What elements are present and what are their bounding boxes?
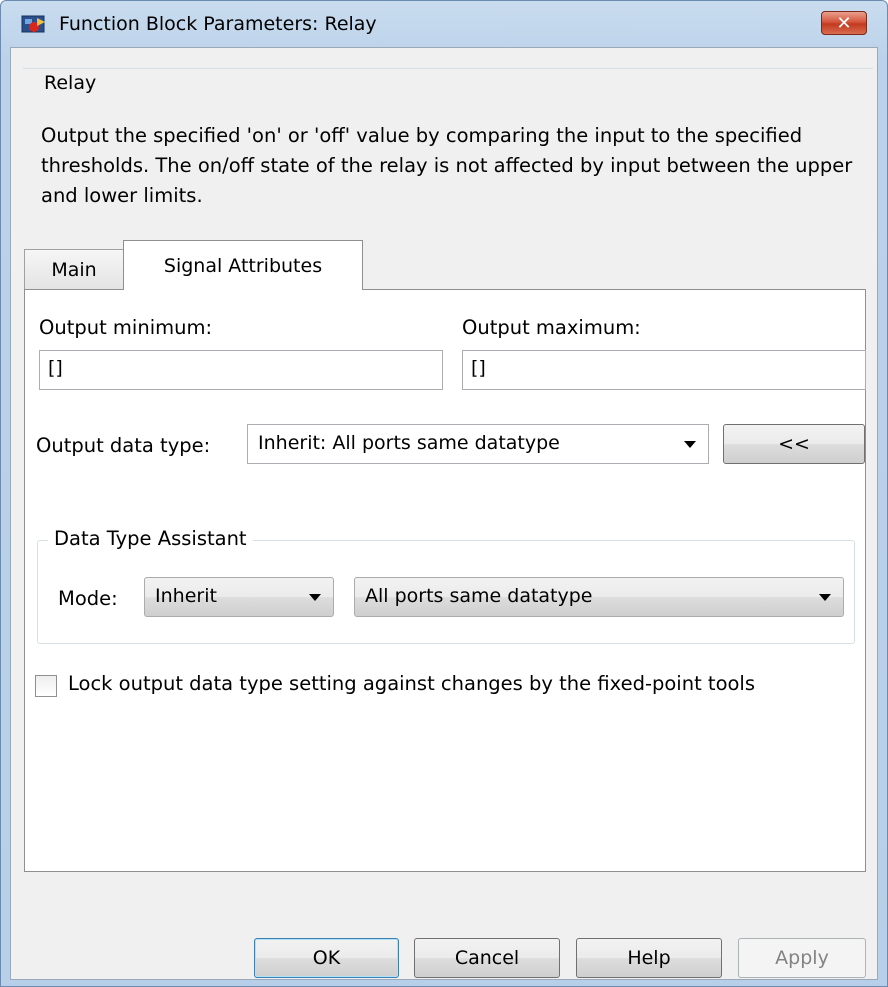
close-icon: ✕ (836, 12, 852, 34)
output-data-type-value: Inherit: All ports same datatype (258, 432, 560, 454)
relay-group-legend: Relay (38, 72, 103, 94)
title-bar[interactable]: Function Block Parameters: Relay ✕ (1, 1, 887, 47)
mode-value: Inherit (155, 585, 217, 607)
tab-main[interactable]: Main (24, 249, 124, 289)
chevron-down-icon (684, 441, 696, 448)
tab-signal-attributes[interactable]: Signal Attributes (123, 240, 363, 290)
mode-select[interactable]: Inherit (144, 577, 334, 617)
output-minimum-input[interactable]: [] (39, 350, 443, 390)
apply-button[interactable]: Apply (738, 938, 866, 978)
mode-label: Mode: (58, 587, 118, 610)
data-type-assistant-legend: Data Type Assistant (48, 527, 253, 550)
data-type-assistant-group: Data Type Assistant Mode: Inherit All po… (37, 527, 855, 644)
ok-button-label: OK (312, 947, 341, 969)
simulink-app-icon (21, 15, 45, 33)
help-button-label: Help (627, 947, 671, 969)
hide-assistant-label: << (778, 433, 810, 455)
ok-button[interactable]: OK (254, 938, 399, 978)
help-button[interactable]: Help (576, 938, 722, 978)
apply-button-label: Apply (775, 947, 829, 969)
relay-description: Output the specified 'on' or 'off' value… (41, 124, 853, 207)
dialog-client-area: Relay Output the specified 'on' or 'off'… (10, 47, 878, 980)
output-data-type-label: Output data type: (36, 434, 211, 457)
hide-data-type-assistant-button[interactable]: << (723, 424, 865, 464)
lock-data-type-checkbox[interactable] (35, 675, 57, 697)
relay-description-group: Relay Output the specified 'on' or 'off'… (23, 68, 873, 238)
cancel-button-label: Cancel (454, 947, 520, 969)
output-maximum-input[interactable]: [] (462, 350, 866, 390)
close-button[interactable]: ✕ (821, 11, 867, 35)
output-data-type-select[interactable]: Inherit: All ports same datatype (247, 424, 709, 464)
signal-attributes-panel: Output minimum: Output maximum: [] [] Ou… (24, 289, 866, 872)
tab-signal-attributes-label: Signal Attributes (163, 254, 323, 277)
cancel-button[interactable]: Cancel (414, 938, 560, 978)
lock-data-type-label: Lock output data type setting against ch… (68, 672, 756, 695)
inherit-rule-select[interactable]: All ports same datatype (354, 577, 844, 617)
output-maximum-label: Output maximum: (462, 316, 641, 339)
chevron-down-icon (819, 594, 831, 601)
inherit-rule-value: All ports same datatype (365, 585, 593, 607)
dialog-window: Function Block Parameters: Relay ✕ Relay… (0, 0, 888, 987)
tab-main-label: Main (51, 258, 97, 281)
output-minimum-label: Output minimum: (39, 316, 213, 339)
window-title: Function Block Parameters: Relay (59, 13, 377, 35)
chevron-down-icon (309, 594, 321, 601)
